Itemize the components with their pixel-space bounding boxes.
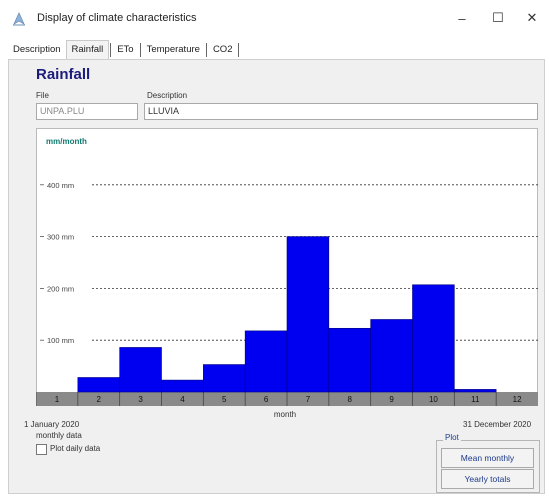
x-tick-label: 9 [389,395,394,404]
description-label: Description [147,91,188,100]
tab-temperature[interactable]: Temperature [142,41,205,59]
x-tick-label: 10 [429,395,438,404]
bar [328,327,371,393]
bar [370,319,413,393]
x-tick-label: 1 [55,395,60,404]
tab-co2[interactable]: CO2 [208,41,238,59]
file-label: File [36,91,49,100]
rainfall-chart: mm/month100 mm200 mm300 mm400 mm1 2 3 4 5 6 7 8… [36,137,538,419]
bar [161,379,204,393]
bar [203,364,246,393]
app-icon [13,12,25,26]
x-tick-label: 12 [513,395,522,404]
data-type-label: monthly data [36,431,82,440]
tab-eto[interactable]: ETo [112,41,138,59]
x-tick-label: 5 [222,395,227,404]
period-end: 31 December 2020 [463,420,532,429]
file-field: UNPA.PLU [36,103,138,120]
plot-daily-checkbox[interactable] [36,444,47,455]
x-tick-label: 2 [97,395,102,404]
x-tick-label: 3 [138,395,143,404]
tab-separator [205,43,207,57]
tab-separator [139,43,141,57]
bar [119,347,162,393]
y-tick-label: 100 mm [47,336,74,345]
page-title: Rainfall [36,66,91,83]
x-tick-label: 11 [471,395,480,404]
close-button[interactable]: ✕ [517,6,547,30]
y-axis-label: mm/month [46,137,87,146]
x-tick-label: 6 [264,395,269,404]
bar [454,389,497,393]
y-tick-label: 300 mm [47,233,74,242]
plot-group-title: Plot [443,433,461,442]
bar [244,330,288,393]
yearly-totals-button[interactable]: Yearly totals [441,469,534,489]
title-bar: Display of climate characteristics – ☐ ✕ [0,0,549,38]
plot-daily-label: Plot daily data [50,444,101,453]
y-tick-label: 400 mm [47,181,74,190]
description-field[interactable]: LLUVIA [144,103,538,120]
tab-rainfall[interactable]: Rainfall [65,40,110,59]
window-title: Display of climate characteristics [37,12,197,24]
period-start: 1 January 2020 [24,420,80,429]
bar [286,236,330,393]
x-axis-label: month [274,410,296,419]
maximize-button[interactable]: ☐ [483,6,513,30]
x-tick-label: 7 [306,395,311,404]
x-tick-label: 4 [180,395,185,404]
tab-separator [238,43,240,57]
bar [77,377,120,393]
bar [412,284,455,393]
minimize-button[interactable]: – [447,6,477,30]
x-tick-label: 8 [348,395,353,404]
tab-description[interactable]: Description [8,41,66,59]
tab-bar: Description Rainfall ETo Temperature CO2 [8,39,240,59]
mean-monthly-button[interactable]: Mean monthly [441,448,534,468]
tab-separator [110,43,112,57]
y-tick-label: 200 mm [47,284,74,293]
